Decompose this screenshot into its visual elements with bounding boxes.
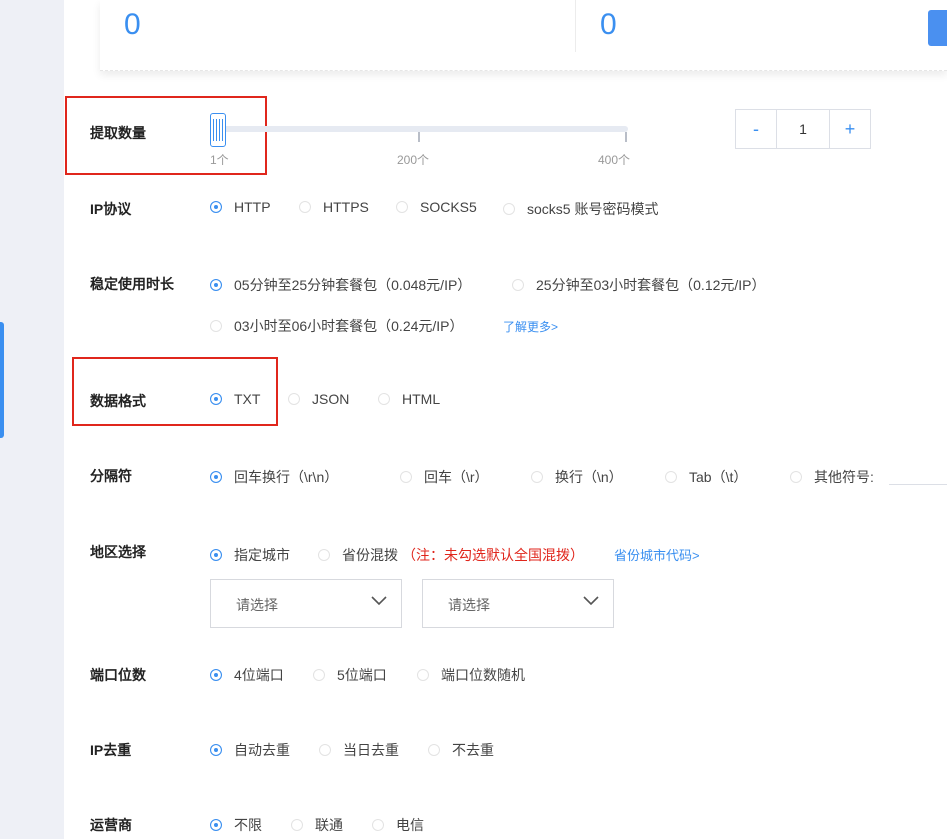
radio-dot xyxy=(372,819,384,831)
radio-protocol-http[interactable]: HTTP xyxy=(210,199,271,215)
format-label: 数据格式 xyxy=(90,393,146,409)
radio-format-json[interactable]: JSON xyxy=(288,391,349,407)
radio-dot xyxy=(210,669,222,681)
protocol-label: IP协议 xyxy=(90,201,132,217)
stat-divider xyxy=(575,0,576,52)
radio-dot xyxy=(210,819,222,831)
radio-port-4digit[interactable]: 4位端口 xyxy=(210,665,284,685)
radio-dot xyxy=(299,201,311,213)
radio-dot xyxy=(417,669,429,681)
radio-dot xyxy=(210,549,222,561)
radio-dot xyxy=(503,203,515,215)
learn-more-link[interactable]: 了解更多> xyxy=(503,318,558,335)
radio-format-html[interactable]: HTML xyxy=(378,391,440,407)
radio-region-city[interactable]: 指定城市 xyxy=(210,545,290,565)
slider-tick-max xyxy=(625,132,627,142)
radio-dedup-daily[interactable]: 当日去重 xyxy=(319,740,399,760)
radio-dot xyxy=(210,279,222,291)
chevron-down-icon xyxy=(583,596,599,606)
quantity-label: 提取数量 xyxy=(90,125,146,141)
radio-dot xyxy=(291,819,303,831)
province-select-placeholder: 请选择 xyxy=(236,597,278,613)
radio-separator-tab[interactable]: Tab（\t） xyxy=(665,467,747,487)
city-select[interactable]: 请选择 xyxy=(422,579,614,628)
radio-protocol-socks5-auth[interactable]: socks5 账号密码模式 xyxy=(503,199,658,219)
chevron-down-icon xyxy=(371,596,387,606)
stepper-value-input[interactable]: 1 xyxy=(776,110,830,148)
radio-region-province-mix[interactable]: 省份混拨 （注：未勾选默认全国混拨） xyxy=(318,545,584,565)
province-select[interactable]: 请选择 xyxy=(210,579,402,628)
region-label: 地区选择 xyxy=(90,544,146,560)
city-select-placeholder: 请选择 xyxy=(448,597,490,613)
radio-port-random[interactable]: 端口位数随机 xyxy=(417,665,525,685)
radio-dot xyxy=(665,471,677,483)
port-label: 端口位数 xyxy=(90,667,146,683)
radio-dot xyxy=(790,471,802,483)
quantity-stepper: - 1 + xyxy=(735,109,871,149)
stat-value-right: 0 xyxy=(600,8,617,41)
radio-duration-25min-3h[interactable]: 25分钟至03小时套餐包（0.12元/IP） xyxy=(512,275,766,295)
stepper-plus-button[interactable]: + xyxy=(830,110,870,148)
radio-protocol-https[interactable]: HTTPS xyxy=(299,199,369,215)
radio-protocol-socks5[interactable]: SOCKS5 xyxy=(396,199,477,215)
slider-label-max: 400个 xyxy=(598,153,631,167)
region-note: （注：未勾选默认全国混拨） xyxy=(402,547,584,563)
stat-value-left: 0 xyxy=(124,8,141,41)
radio-separator-other[interactable]: 其他符号: xyxy=(790,467,874,487)
radio-dot xyxy=(210,320,222,332)
left-sidebar xyxy=(0,0,64,839)
radio-dot xyxy=(313,669,325,681)
dedup-label: IP去重 xyxy=(90,742,132,758)
radio-carrier-telecom[interactable]: 电信 xyxy=(372,815,424,835)
radio-dot xyxy=(318,549,330,561)
radio-dot xyxy=(531,471,543,483)
radio-duration-3h-6h[interactable]: 03小时至06小时套餐包（0.24元/IP） xyxy=(210,316,464,336)
quantity-slider-handle[interactable] xyxy=(210,113,226,147)
stepper-minus-button[interactable]: - xyxy=(736,110,776,148)
radio-format-txt[interactable]: TXT xyxy=(210,391,260,407)
separator-label: 分隔符 xyxy=(90,468,132,484)
radio-dot xyxy=(210,201,222,213)
radio-dot xyxy=(396,201,408,213)
radio-dot xyxy=(512,279,524,291)
slider-label-mid: 200个 xyxy=(397,153,430,167)
duration-label: 稳定使用时长 xyxy=(90,276,174,292)
slider-label-min: 1个 xyxy=(210,153,229,167)
sidebar-active-indicator[interactable] xyxy=(0,322,4,438)
radio-carrier-any[interactable]: 不限 xyxy=(210,815,262,835)
radio-separator-lf[interactable]: 换行（\n） xyxy=(531,467,623,487)
radio-duration-05-25min[interactable]: 05分钟至25分钟套餐包（0.048元/IP） xyxy=(210,275,471,295)
radio-dedup-auto[interactable]: 自动去重 xyxy=(210,740,290,760)
radio-carrier-unicom[interactable]: 联通 xyxy=(291,815,343,835)
stats-card: 0 0 xyxy=(100,0,947,71)
quantity-slider-track[interactable] xyxy=(218,126,628,132)
radio-separator-crlf[interactable]: 回车换行（\r\n） xyxy=(210,467,338,487)
other-separator-input[interactable] xyxy=(889,462,947,485)
radio-port-5digit[interactable]: 5位端口 xyxy=(313,665,387,685)
radio-dot xyxy=(210,744,222,756)
stat-action-button[interactable] xyxy=(928,10,947,46)
carrier-label: 运营商 xyxy=(90,817,132,833)
slider-tick-mid xyxy=(418,132,420,142)
province-city-code-link[interactable]: 省份城市代码> xyxy=(614,545,700,564)
radio-dot xyxy=(319,744,331,756)
radio-separator-cr[interactable]: 回车（\r） xyxy=(400,467,489,487)
radio-dedup-none[interactable]: 不去重 xyxy=(428,740,494,760)
radio-dot xyxy=(378,393,390,405)
radio-dot xyxy=(400,471,412,483)
radio-dot xyxy=(428,744,440,756)
radio-dot xyxy=(210,471,222,483)
radio-dot xyxy=(210,393,222,405)
radio-dot xyxy=(288,393,300,405)
